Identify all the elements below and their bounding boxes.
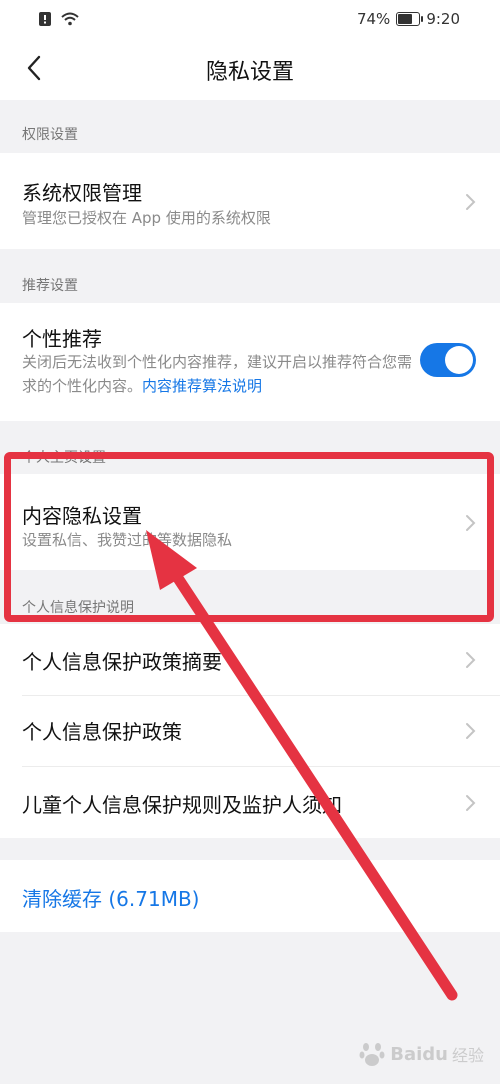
clock: 9:20 bbox=[426, 10, 460, 28]
protection-row-policy[interactable]: 个人信息保护政策 bbox=[0, 696, 500, 766]
status-icons-right: 74% 9:20 bbox=[357, 10, 460, 28]
annotation-highlight-box bbox=[4, 452, 494, 622]
chevron-right-icon bbox=[466, 194, 476, 210]
personal-recommend-toggle[interactable] bbox=[420, 343, 476, 377]
system-permissions-row[interactable]: 系统权限管理 管理您已授权在 App 使用的系统权限 bbox=[0, 153, 500, 249]
toggle-knob bbox=[445, 346, 473, 374]
wifi-icon bbox=[61, 12, 79, 26]
page-title: 隐私设置 bbox=[205, 60, 294, 85]
algorithm-explanation-link[interactable]: 内容推荐算法说明 bbox=[142, 377, 262, 395]
chevron-right-icon bbox=[466, 795, 476, 811]
watermark-sub: 经验 bbox=[451, 1046, 484, 1065]
clear-cache-label: 清除缓存 (6.71MB) bbox=[22, 887, 200, 911]
chevron-right-icon bbox=[466, 652, 476, 668]
notification-icon bbox=[39, 12, 51, 26]
battery-percent: 74% bbox=[356, 10, 391, 28]
protection-row-policy-title: 个人信息保护政策 bbox=[22, 720, 182, 744]
section-header-permissions: 权限设置 bbox=[22, 127, 78, 143]
section-header-recommend: 推荐设置 bbox=[22, 278, 78, 294]
protection-row-summary[interactable]: 个人信息保护政策摘要 bbox=[0, 624, 500, 695]
battery-fill bbox=[398, 14, 412, 24]
watermark: Baidu 经验 bbox=[358, 1040, 484, 1068]
chevron-right-icon bbox=[466, 723, 476, 739]
status-icons-left bbox=[38, 11, 80, 27]
protection-card: 个人信息保护政策摘要 个人信息保护政策 儿童个人信息保护规则及监护人须知 bbox=[0, 624, 500, 838]
personal-recommend-title: 个性推荐 bbox=[22, 327, 102, 351]
protection-row-summary-title: 个人信息保护政策摘要 bbox=[22, 650, 222, 674]
system-permissions-title: 系统权限管理 bbox=[22, 181, 142, 205]
watermark-brand: Baidu bbox=[390, 1043, 448, 1065]
system-permissions-subtitle: 管理您已授权在 App 使用的系统权限 bbox=[22, 209, 271, 227]
personal-recommend-row: 个性推荐 关闭后无法收到个性化内容推荐，建议开启以推荐符合您需求的个性化内容。内… bbox=[0, 303, 500, 421]
status-bar: 74% 9:20 bbox=[0, 0, 500, 38]
clear-cache-row[interactable]: 清除缓存 (6.71MB) bbox=[0, 860, 500, 932]
protection-row-children[interactable]: 儿童个人信息保护规则及监护人须知 bbox=[0, 767, 500, 838]
battery-icon bbox=[396, 12, 424, 26]
personal-recommend-desc: 关闭后无法收到个性化内容推荐，建议开启以推荐符合您需求的个性化内容。内容推荐算法… bbox=[22, 350, 412, 398]
protection-row-children-title: 儿童个人信息保护规则及监护人须知 bbox=[22, 793, 342, 817]
baidu-paw-icon bbox=[359, 1043, 385, 1066]
nav-bar: 隐私设置 bbox=[0, 38, 500, 100]
